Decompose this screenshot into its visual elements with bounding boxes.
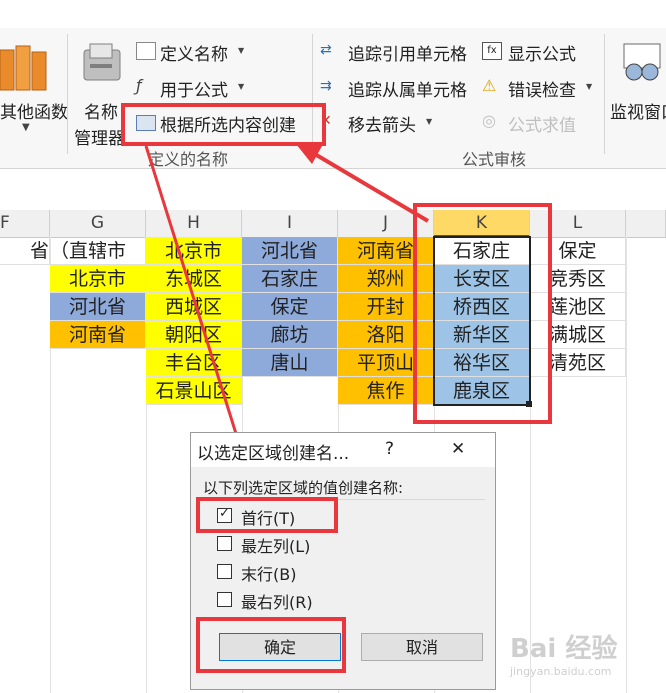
- close-icon[interactable]: ✕: [451, 439, 465, 459]
- help-button[interactable]: ?: [385, 439, 394, 459]
- highlight-ok-button: [196, 617, 346, 673]
- left-column-label: 最左列(L): [241, 537, 311, 556]
- right-column-checkbox[interactable]: [217, 592, 232, 607]
- bottom-row-label: 末行(B): [241, 565, 297, 584]
- left-column-checkbox[interactable]: [217, 536, 232, 551]
- highlight-top-row-option: [196, 497, 338, 533]
- bottom-row-checkbox[interactable]: [217, 564, 232, 579]
- arrow-line: [306, 148, 430, 223]
- watermark-url: jingyan.baidu.com: [510, 665, 612, 678]
- watermark-logo: Bai 经验: [510, 634, 618, 664]
- cancel-button[interactable]: 取消: [361, 633, 483, 661]
- dialog-titlebar: 以选定区域创建名... ? ✕: [191, 433, 495, 467]
- watermark: Bai 经验 jingyan.baidu.com: [510, 628, 660, 680]
- option-left-column[interactable]: 最左列(L): [217, 531, 337, 557]
- option-bottom-row[interactable]: 末行(B): [217, 559, 337, 585]
- right-column-label: 最右列(R): [241, 593, 313, 612]
- arrow-line: [144, 145, 240, 441]
- dialog-prompt: 以下列选定区域的值创建名称:: [203, 479, 404, 497]
- option-right-column[interactable]: 最右列(R): [217, 587, 337, 613]
- dialog-title: 以选定区域创建名...: [197, 444, 350, 464]
